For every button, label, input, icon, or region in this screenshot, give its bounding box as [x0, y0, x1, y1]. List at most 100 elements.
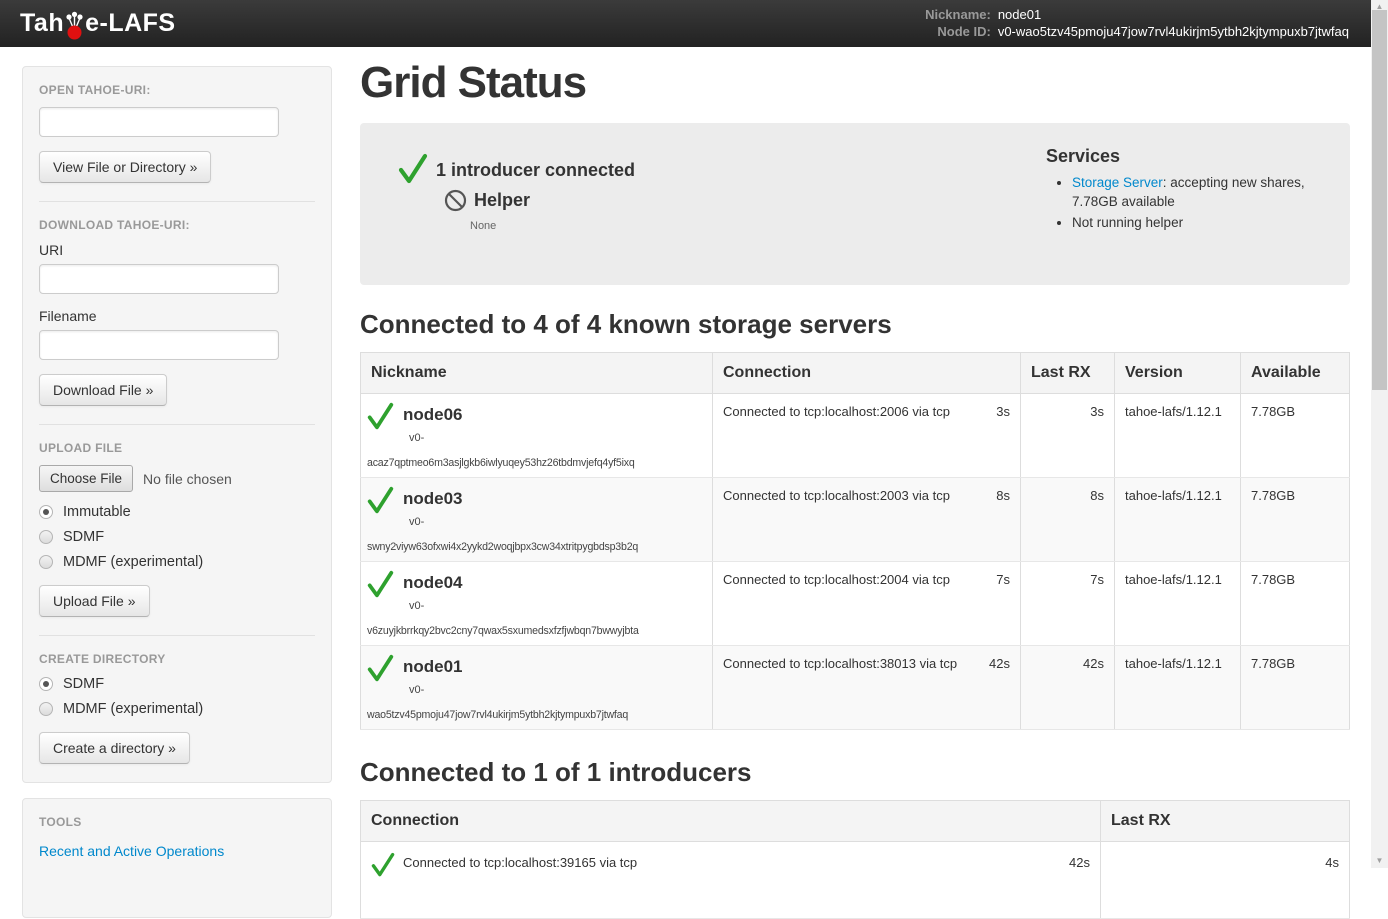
- upload-file-button[interactable]: Upload File »: [39, 585, 150, 617]
- table-row: node03 v0- swny2viyw63ofxwi4x2yykd2woqjb…: [361, 478, 1350, 562]
- download-file-button[interactable]: Download File »: [39, 374, 167, 406]
- top-navbar: Tah e-LAFS Nickname: node01 Node ID: v0-…: [0, 0, 1371, 47]
- server-nickname: node03: [403, 486, 463, 509]
- helper-status-row: Helper: [444, 189, 530, 212]
- radio-upload-sdmf[interactable]: [39, 530, 53, 544]
- nickname-label: Nickname:: [925, 7, 991, 23]
- server-id: swny2viyw63ofxwi4x2yykd2woqjbpx3cw34xtri…: [367, 541, 704, 553]
- connected-check-icon: [367, 570, 394, 599]
- uri-field-label: URI: [39, 242, 315, 258]
- col-introducer-connection: Connection: [361, 801, 1101, 842]
- server-id-prefix: v0-: [409, 600, 704, 612]
- sidebar-forms-box: OPEN TAHOE-URI: View File or Directory »…: [22, 66, 332, 783]
- server-connection: Connected to tcp:localhost:38013 via tcp: [723, 656, 957, 671]
- introducer-status-text: 1 introducer connected: [436, 153, 635, 181]
- server-available: 7.78GB: [1241, 394, 1350, 478]
- node-id-value: v0-wao5tzv45pmoju47jow7rvl4ukirjm5ytbh2k…: [998, 24, 1349, 40]
- service-storage-item: Storage Server: accepting new shares, 7.…: [1072, 173, 1346, 211]
- mkdir-format-option-mdmf[interactable]: MDMF (experimental): [39, 701, 315, 717]
- connection-since: 7s: [996, 572, 1010, 587]
- connection-since: 8s: [996, 488, 1010, 503]
- scroll-down-arrow[interactable]: ▼: [1371, 855, 1388, 867]
- introducers-table: Connection Last RX Connected to tcp:loca…: [360, 800, 1350, 919]
- connection-since: 3s: [996, 404, 1010, 419]
- server-available: 7.78GB: [1241, 562, 1350, 646]
- upload-file-label: UPLOAD FILE: [39, 441, 315, 455]
- not-running-icon: [444, 189, 467, 212]
- grid-summary-panel: 1 introducer connected Helper None Servi…: [360, 123, 1350, 285]
- sidebar: OPEN TAHOE-URI: View File or Directory »…: [22, 66, 332, 918]
- tahoe-sprout-icon: [65, 11, 84, 41]
- radio-mkdir-mdmf[interactable]: [39, 702, 53, 716]
- tools-label: TOOLS: [39, 815, 315, 829]
- open-uri-label: OPEN TAHOE-URI:: [39, 83, 315, 97]
- filename-field-label: Filename: [39, 308, 315, 324]
- create-directory-label: CREATE DIRECTORY: [39, 652, 315, 666]
- no-file-chosen-text: No file chosen: [143, 471, 232, 487]
- introducers-table-header-row: Connection Last RX: [361, 801, 1350, 842]
- view-file-button[interactable]: View File or Directory »: [39, 151, 211, 183]
- server-id-prefix: v0-: [409, 684, 704, 696]
- connected-check-icon: [371, 852, 395, 878]
- server-last-rx: 7s: [1021, 562, 1115, 646]
- connection-since: 42s: [989, 656, 1010, 671]
- vertical-scrollbar[interactable]: ▲ ▼: [1371, 0, 1388, 868]
- tools-box: TOOLS Recent and Active Operations: [22, 798, 332, 918]
- storage-servers-table: Nickname Connection Last RX Version Avai…: [360, 352, 1350, 730]
- upload-format-option-sdmf[interactable]: SDMF: [39, 529, 315, 545]
- mkdir-format-option-sdmf[interactable]: SDMF: [39, 676, 315, 692]
- col-nickname: Nickname: [361, 353, 713, 394]
- radio-immutable[interactable]: [39, 505, 53, 519]
- open-uri-section: OPEN TAHOE-URI: View File or Directory »: [39, 67, 315, 201]
- server-nickname: node06: [403, 402, 463, 425]
- radio-upload-sdmf-label: SDMF: [63, 529, 104, 545]
- storage-table-header-row: Nickname Connection Last RX Version Avai…: [361, 353, 1350, 394]
- node-id-label: Node ID:: [925, 24, 991, 40]
- upload-format-option-immutable[interactable]: Immutable: [39, 504, 315, 520]
- helper-label: Helper: [474, 190, 530, 211]
- download-filename-input[interactable]: [39, 330, 279, 360]
- open-uri-input[interactable]: [39, 107, 279, 137]
- tahoe-lafs-logo: Tah e-LAFS: [20, 9, 176, 39]
- storage-servers-heading: Connected to 4 of 4 known storage server…: [360, 309, 1350, 340]
- server-nickname: node01: [403, 654, 463, 677]
- radio-upload-mdmf[interactable]: [39, 555, 53, 569]
- choose-file-button[interactable]: Choose File: [39, 465, 133, 492]
- radio-upload-mdmf-label: MDMF (experimental): [63, 554, 203, 570]
- download-uri-label: DOWNLOAD TAHOE-URI:: [39, 218, 315, 232]
- server-last-rx: 3s: [1021, 394, 1115, 478]
- main-content: Grid Status 1 introducer connected Helpe…: [360, 47, 1350, 919]
- radio-mkdir-sdmf-label: SDMF: [63, 676, 104, 692]
- upload-file-section: UPLOAD FILE Choose File No file chosen I…: [39, 424, 315, 635]
- server-id-prefix: v0-: [409, 432, 704, 444]
- server-id-prefix: v0-: [409, 516, 704, 528]
- radio-mkdir-mdmf-label: MDMF (experimental): [63, 701, 203, 717]
- node-info: Nickname: node01 Node ID: v0-wao5tzv45pm…: [925, 7, 1349, 40]
- table-row: Connected to tcp:localhost:39165 via tcp…: [361, 842, 1350, 919]
- server-connection: Connected to tcp:localhost:2006 via tcp: [723, 404, 950, 419]
- server-version: tahoe-lafs/1.12.1: [1115, 562, 1241, 646]
- connected-check-icon: [367, 402, 394, 431]
- upload-format-option-mdmf[interactable]: MDMF (experimental): [39, 554, 315, 570]
- server-id: acaz7qptmeo6m3asjlgkb6iwlyuqey53hz26tbdm…: [367, 457, 704, 469]
- server-connection: Connected to tcp:localhost:2004 via tcp: [723, 572, 950, 587]
- server-id: v6zuyjkbrrkqy2bvc2cny7qwax5sxumedsxfzfjw…: [367, 625, 704, 637]
- service-helper-item: Not running helper: [1072, 213, 1346, 232]
- storage-server-link[interactable]: Storage Server: [1072, 175, 1163, 190]
- col-available: Available: [1241, 353, 1350, 394]
- scrollbar-thumb[interactable]: [1372, 10, 1387, 390]
- radio-mkdir-sdmf[interactable]: [39, 677, 53, 691]
- radio-immutable-label: Immutable: [63, 504, 131, 520]
- recent-operations-link[interactable]: Recent and Active Operations: [39, 843, 224, 859]
- col-version: Version: [1115, 353, 1241, 394]
- server-nickname: node04: [403, 570, 463, 593]
- col-introducer-last-rx: Last RX: [1101, 801, 1350, 842]
- server-last-rx: 8s: [1021, 478, 1115, 562]
- server-version: tahoe-lafs/1.12.1: [1115, 478, 1241, 562]
- download-uri-input[interactable]: [39, 264, 279, 294]
- table-row: node06 v0- acaz7qptmeo6m3asjlgkb6iwlyuqe…: [361, 394, 1350, 478]
- introducers-heading: Connected to 1 of 1 introducers: [360, 757, 1350, 788]
- connected-check-icon: [367, 654, 394, 683]
- create-directory-button[interactable]: Create a directory »: [39, 732, 190, 764]
- server-version: tahoe-lafs/1.12.1: [1115, 646, 1241, 730]
